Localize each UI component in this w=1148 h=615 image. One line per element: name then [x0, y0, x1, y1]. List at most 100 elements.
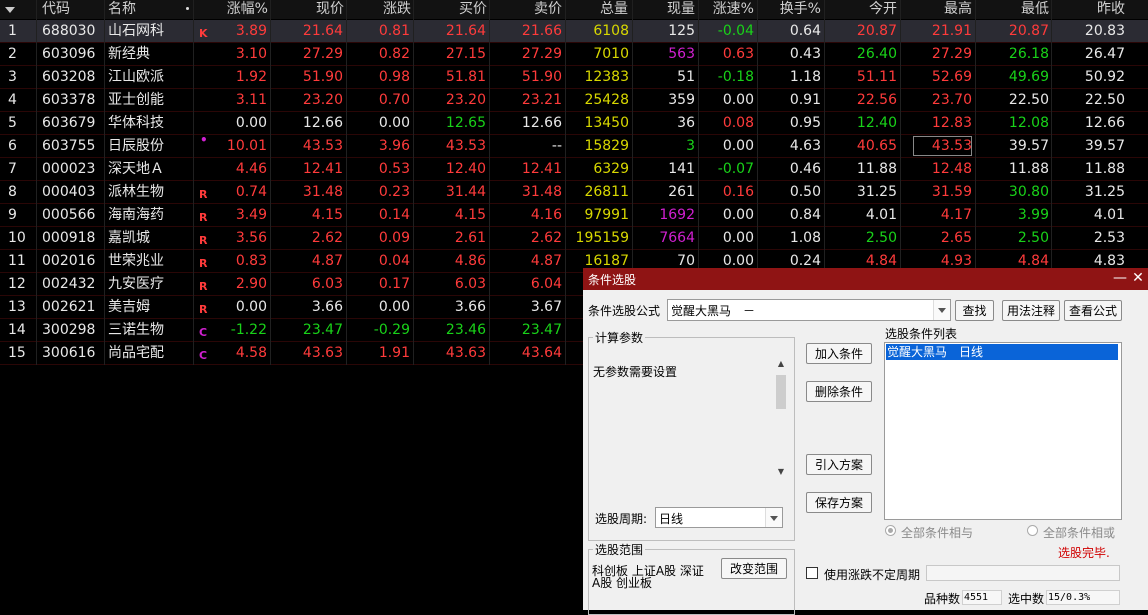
cell-chg: 3.11: [235, 92, 267, 108]
cell-name: 尚品宅配: [108, 345, 164, 361]
column-divider: [346, 0, 347, 365]
cell-diff: 0.17: [378, 276, 410, 292]
cell-ask: 12.41: [521, 161, 562, 177]
cell-bid: 43.63: [445, 345, 486, 361]
cell-low: 30.80: [1008, 184, 1049, 200]
params-scrollbar[interactable]: ▲ ▼: [775, 359, 787, 479]
column-header[interactable]: 名称: [108, 0, 136, 19]
cell-ask: --: [551, 138, 562, 154]
cell-high: 4.17: [940, 207, 972, 223]
conditions-listbox[interactable]: 觉醒大黑马 日线: [884, 342, 1122, 520]
cell-diff: 0.82: [378, 46, 410, 62]
cell-turn: 0.64: [789, 23, 821, 39]
cell-open: 11.88: [856, 161, 897, 177]
cell-name: 日辰股份: [108, 138, 164, 154]
column-header[interactable]: 最低: [979, 0, 1049, 19]
cell-diff: 0.09: [378, 230, 410, 246]
cell-turn: 0.84: [789, 207, 821, 223]
column-header[interactable]: 今开: [827, 0, 897, 19]
cell-ask: 27.29: [521, 46, 562, 62]
condition-list-item[interactable]: 觉醒大黑马 日线: [886, 344, 1118, 360]
cell-high: 52.69: [931, 69, 972, 85]
column-header[interactable]: 换手%: [751, 0, 821, 19]
column-header[interactable]: 涨跌: [341, 0, 411, 19]
cell-turn: 0.95: [789, 115, 821, 131]
cell-name: 嘉凯城: [108, 230, 150, 246]
cell-vol: 6108: [593, 23, 629, 39]
cell-prev: 39.57: [1084, 138, 1125, 154]
cell-diff: 0.53: [378, 161, 410, 177]
cell-name: 亚士创能: [108, 92, 164, 108]
scroll-up-icon[interactable]: ▲: [775, 359, 787, 371]
find-button[interactable]: 查找: [955, 300, 994, 321]
close-button[interactable]: ✕: [1130, 269, 1146, 287]
column-header[interactable]: 代码: [42, 0, 70, 19]
cell-bid: 31.44: [445, 184, 486, 200]
menu-triangle-icon[interactable]: [5, 7, 15, 13]
params-group-title: 计算参数: [593, 329, 646, 346]
cell-prev: 12.66: [1084, 115, 1125, 131]
scroll-down-icon[interactable]: ▼: [775, 467, 787, 479]
cell-no: 15: [8, 345, 26, 361]
radio-or-label: 全部条件相或: [1043, 526, 1116, 540]
column-header[interactable]: 昨收: [1055, 0, 1125, 19]
column-header[interactable]: 现价: [274, 0, 344, 19]
cell-no: 8: [8, 184, 17, 200]
cell-vol: 15829: [584, 138, 629, 154]
chevron-down-icon[interactable]: [933, 300, 950, 320]
cell-ask: 23.47: [521, 322, 562, 338]
cell-bid: 23.20: [445, 92, 486, 108]
scroll-thumb[interactable]: [776, 375, 786, 409]
cell-no: 13: [8, 299, 26, 315]
formula-select[interactable]: 觉醒大黑马 －: [667, 299, 951, 321]
cell-open: 51.11: [856, 69, 897, 85]
cell-vol: 12383: [584, 69, 629, 85]
cell-name: 深天地Ａ: [108, 161, 164, 177]
cell-speed: 0.00: [722, 138, 754, 154]
minimize-button[interactable]: —: [1112, 269, 1128, 287]
chevron-down-icon[interactable]: [765, 508, 782, 527]
column-header[interactable]: 卖价: [492, 0, 562, 19]
period-select[interactable]: 日线: [655, 507, 783, 528]
count-value: 4551: [962, 590, 1002, 605]
cell-bid: 21.64: [445, 23, 486, 39]
cell-price: 27.29: [302, 46, 343, 62]
cell-ask: 4.87: [530, 253, 562, 269]
cell-bid: 2.61: [454, 230, 486, 246]
import-plan-button[interactable]: 引入方案: [806, 454, 872, 475]
radio-or[interactable]: [1027, 525, 1038, 536]
view-formula-button[interactable]: 查看公式: [1064, 300, 1122, 321]
use-limit-label: 使用涨跌不定周期: [824, 568, 921, 582]
selected-value: 15/0.3%: [1046, 590, 1120, 605]
cell-chg: 0.74: [235, 184, 267, 200]
cell-prev: 20.83: [1084, 23, 1125, 39]
formula-value: 觉醒大黑马 －: [671, 304, 756, 318]
delete-condition-button[interactable]: 删除条件: [806, 381, 872, 402]
column-divider: [36, 0, 37, 365]
cell-price: 43.53: [302, 138, 343, 154]
radio-and[interactable]: [885, 525, 896, 536]
cell-name: 江山欧派: [108, 69, 164, 85]
cell-bid: 51.81: [445, 69, 486, 85]
cell-speed: 0.16: [722, 184, 754, 200]
save-plan-button[interactable]: 保存方案: [806, 492, 872, 513]
column-header[interactable]: 最高: [902, 0, 972, 19]
column-header[interactable]: 总量: [558, 0, 628, 19]
cell-no: 6: [8, 138, 17, 154]
usage-notes-button[interactable]: 用法注释: [1002, 300, 1060, 321]
cell-name: 九安医疗: [108, 276, 164, 292]
dialog-title-bar[interactable]: 条件选股 — ✕: [583, 268, 1148, 290]
radio-and-label: 全部条件相与: [901, 526, 974, 540]
add-condition-button[interactable]: 加入条件: [806, 343, 872, 364]
column-header[interactable]: 买价: [417, 0, 487, 19]
cell-ask: 51.90: [521, 69, 562, 85]
column-header[interactable]: 涨幅%: [198, 0, 268, 19]
cell-ask: 4.16: [530, 207, 562, 223]
cell-prev: 4.01: [1093, 207, 1125, 223]
use-limit-checkbox[interactable]: [806, 567, 818, 579]
change-scope-button[interactable]: 改变范围: [721, 558, 787, 579]
cell-no: 9: [8, 207, 17, 223]
column-header[interactable]: 涨速%: [684, 0, 754, 19]
cell-code: 603378: [42, 92, 96, 108]
cell-no: 12: [8, 276, 26, 292]
